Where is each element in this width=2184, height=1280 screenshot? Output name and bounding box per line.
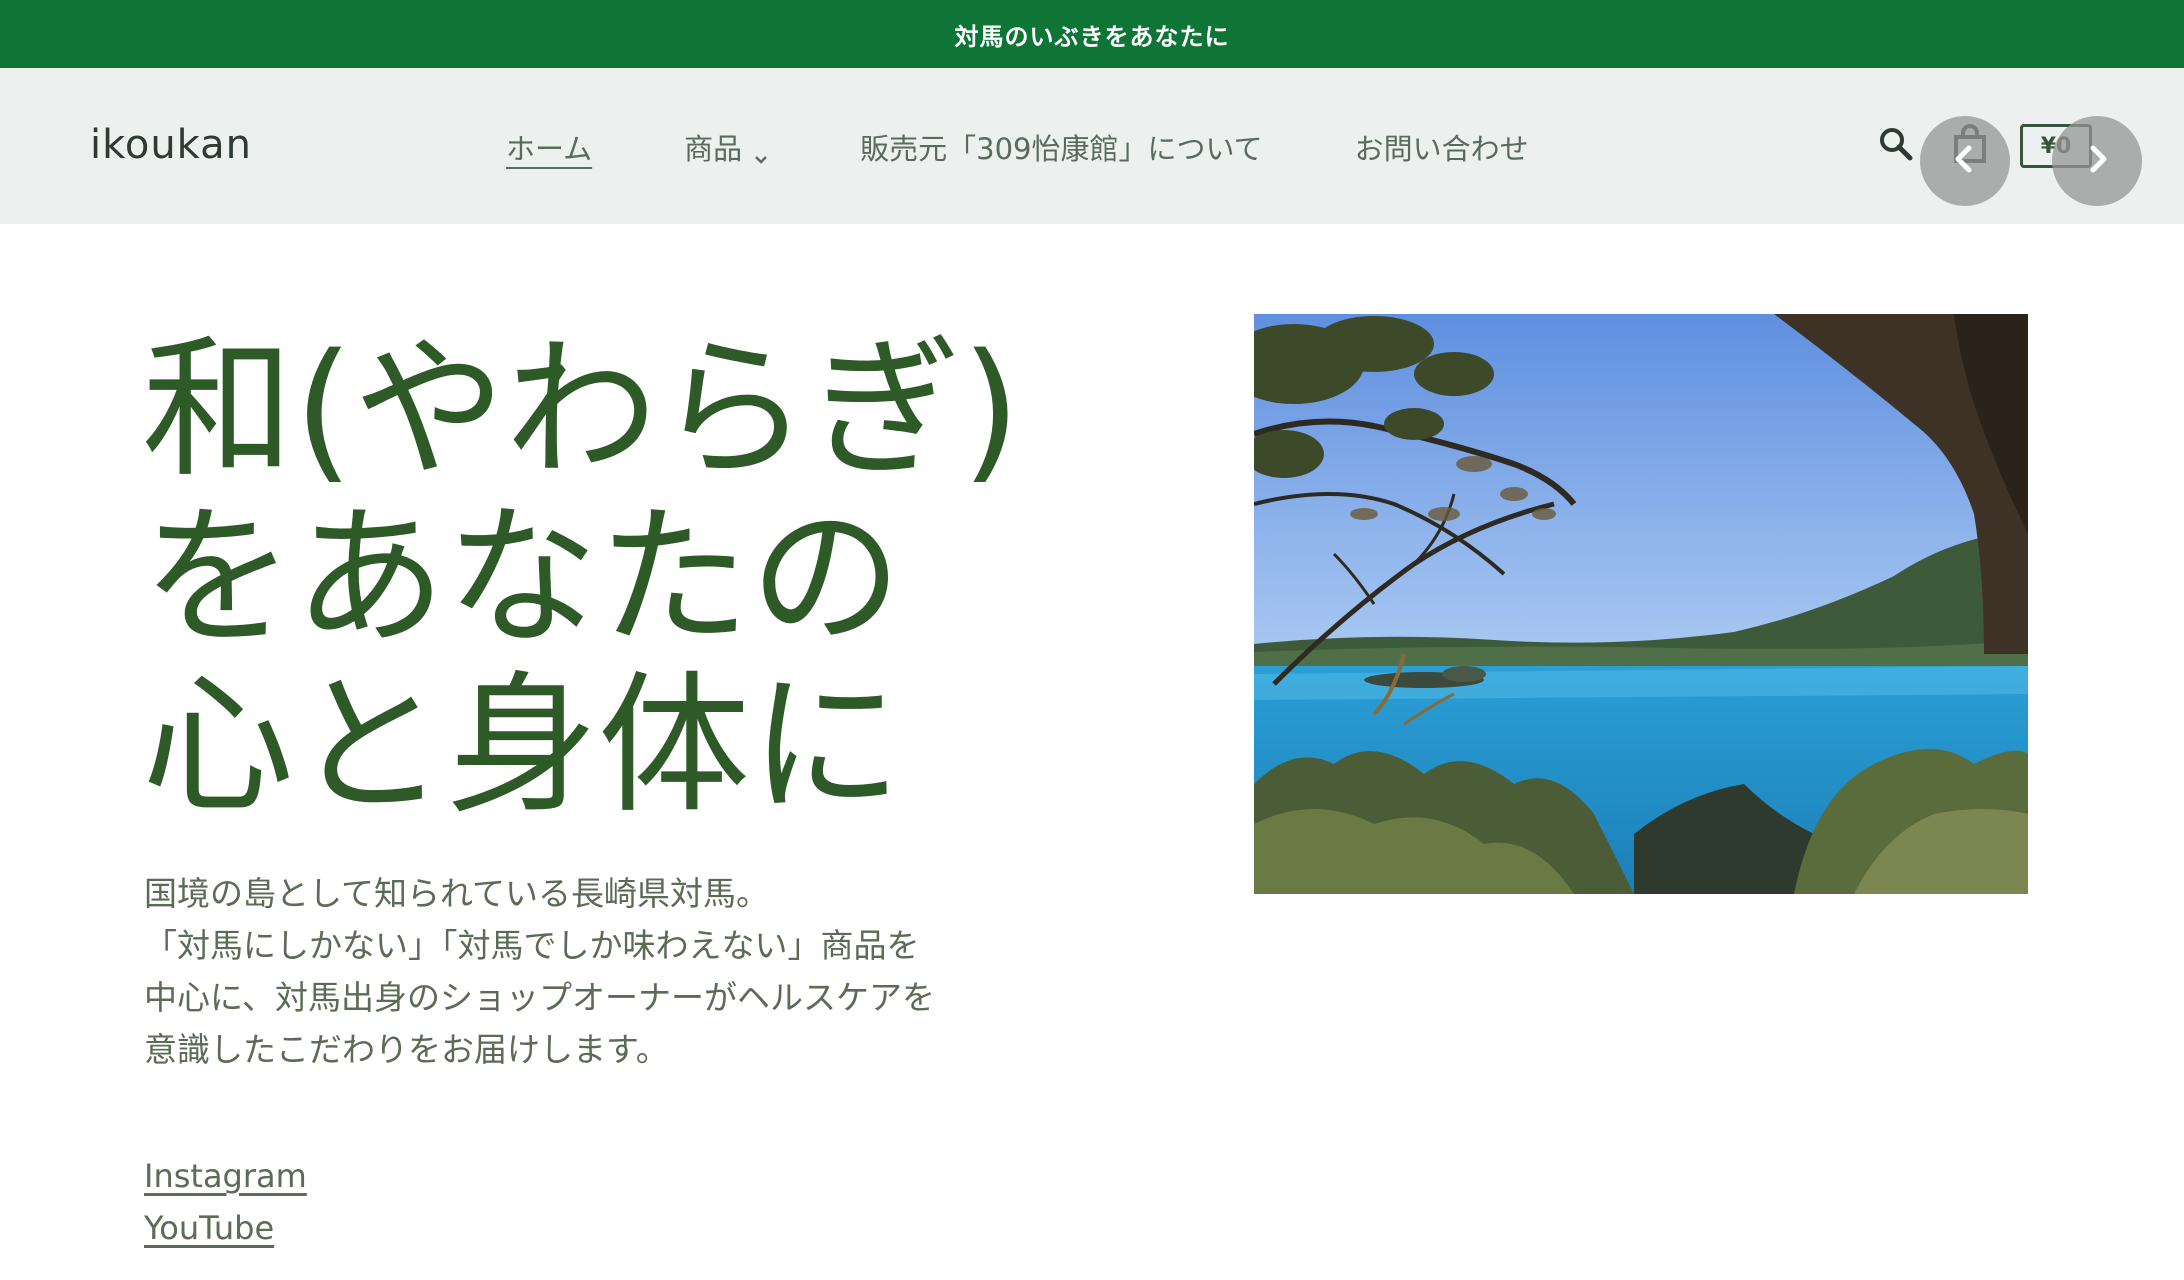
hero-title: 和(やわらぎ) をあなたの 心と身体に (142, 326, 1042, 830)
nav-item-label: ホーム (506, 132, 593, 166)
announcement-bar: 対馬のいぶきをあなたに (0, 0, 2184, 68)
nav-item-home[interactable]: ホーム (506, 126, 592, 168)
hero-title-line: をあなたの (142, 489, 902, 666)
social-links: Instagram YouTube (144, 1150, 307, 1254)
search-icon (1877, 125, 1915, 167)
main-nav: ホーム 商品 販売元「309怡康館」について お問い合わせ (506, 126, 1621, 168)
hero-image (1254, 314, 2028, 894)
site-logo[interactable]: ikoukan (90, 122, 252, 168)
hero-description-line: 国境の島として知られている長崎県対馬。 (144, 874, 770, 913)
hero-description-line: 中心に、対馬出身のショップオーナーがヘルスケアを (144, 978, 936, 1017)
chevron-right-icon (2080, 142, 2114, 180)
youtube-link[interactable]: YouTube (144, 1202, 307, 1254)
site-header: ikoukan ホーム 商品 販売元「309怡康館」について お問い合わせ (0, 68, 2184, 224)
search-button[interactable] (1872, 122, 1920, 170)
announcement-text: 対馬のいぶきをあなたに (954, 22, 1230, 51)
slider-prev-button[interactable] (1920, 116, 2010, 206)
instagram-link[interactable]: Instagram (144, 1150, 307, 1202)
nav-item-label: 商品 (684, 132, 743, 166)
hero-description-line: 意識したこだわりをお届けします。 (144, 1030, 669, 1069)
nav-item-contact[interactable]: お問い合わせ (1355, 126, 1529, 168)
nav-item-products[interactable]: 商品 (684, 126, 768, 168)
hero-title-line: 心と身体に (142, 657, 902, 834)
nav-item-about[interactable]: 販売元「309怡康館」について (860, 126, 1262, 168)
hero-title-line: 和(やわらぎ) (142, 321, 1021, 498)
nav-item-label: お問い合わせ (1354, 132, 1529, 166)
hero-description-line: 「対馬にしかない」「対馬でしか味わえない」商品を (144, 926, 920, 965)
chevron-down-icon (754, 140, 768, 164)
chevron-left-icon (1948, 142, 1982, 180)
hero-description: 国境の島として知られている長崎県対馬。 「対馬にしかない」「対馬でしか味わえない… (144, 868, 1044, 1076)
nav-item-label: 販売元「309怡康館」について (860, 132, 1263, 166)
slider-next-button[interactable] (2052, 116, 2142, 206)
